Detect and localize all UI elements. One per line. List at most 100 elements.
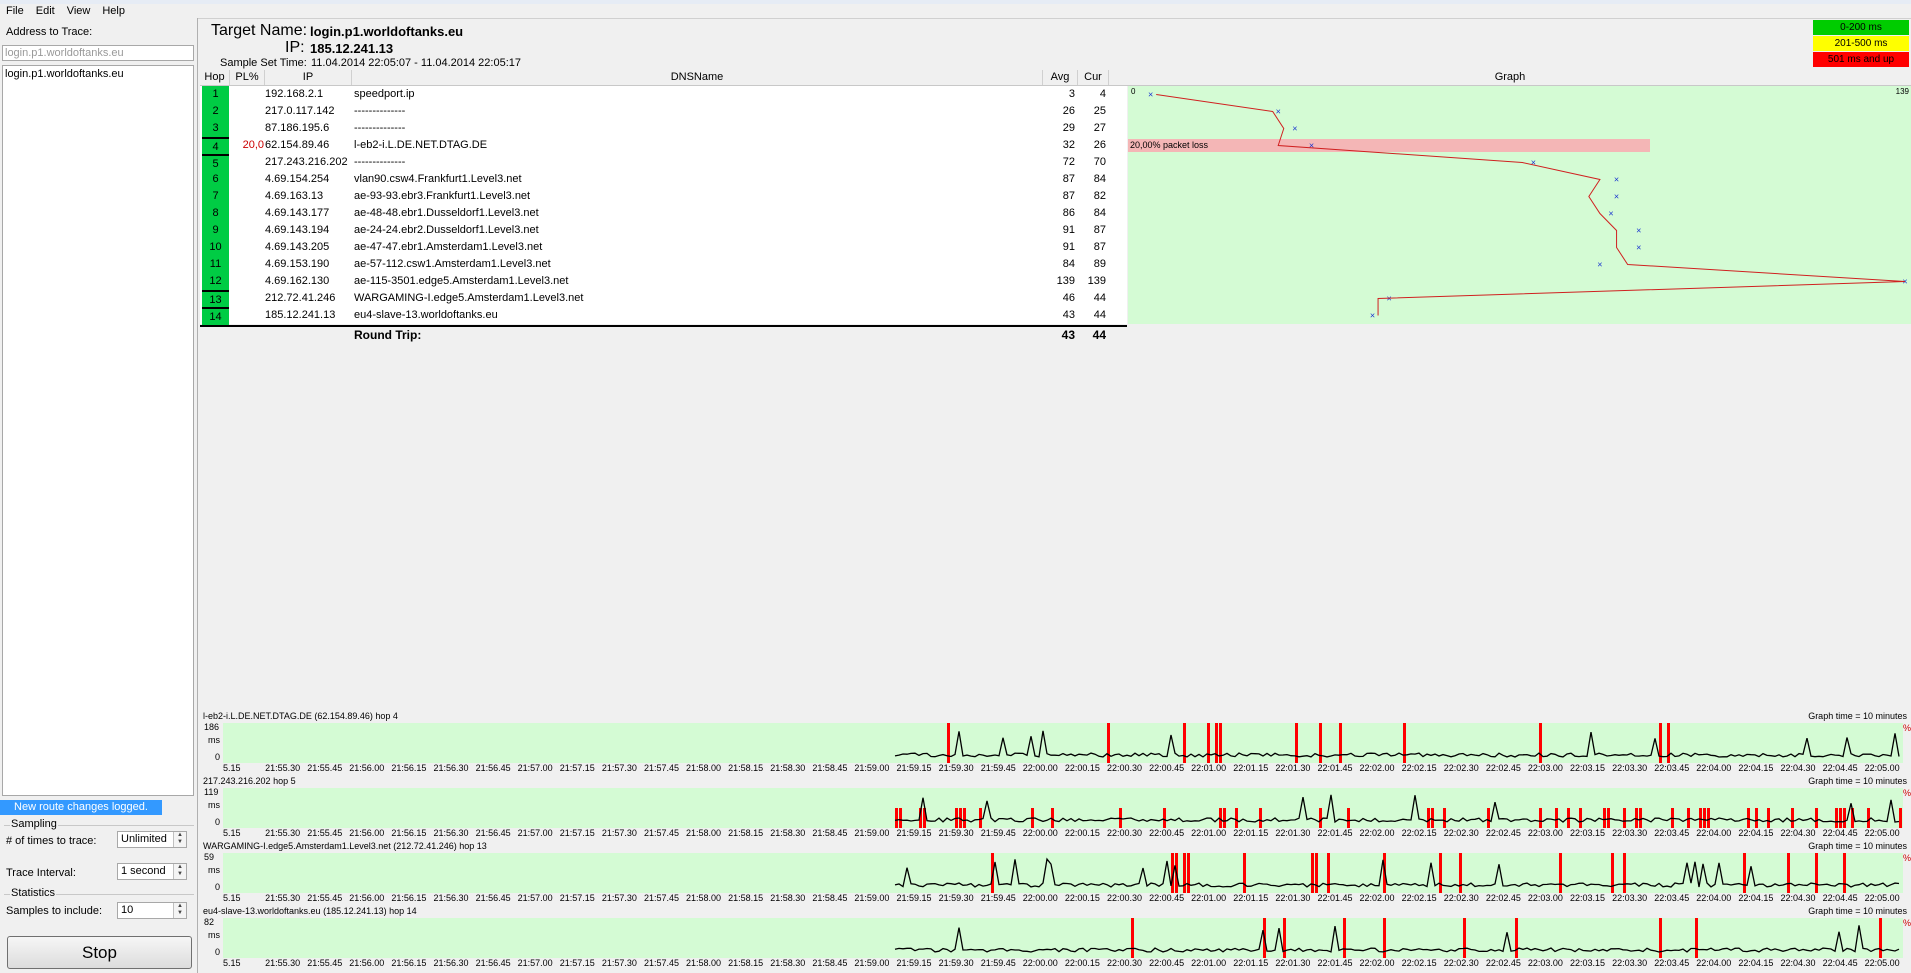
avg-marker: ×	[1597, 260, 1602, 270]
history-graph-time: Graph time = 10 minutes	[1808, 776, 1907, 786]
dns-cell: ae-57-112.csw1.Amsterdam1.Level3.net	[354, 258, 551, 270]
table-row[interactable]: 5 217.243.216.202 -------------- 72 70	[200, 154, 1127, 173]
time-tick: 22:02.15	[1401, 828, 1437, 838]
round-trip-avg: 43	[1061, 328, 1075, 342]
stop-button[interactable]: Stop	[7, 936, 192, 969]
hop-cell: 9	[202, 222, 229, 239]
time-tick: 21:58.00	[686, 893, 722, 903]
spinner-arrows-icon[interactable]: ▲ ▼	[173, 903, 186, 918]
hop-history-graph: l-eb2-i.L.DE.NET.DTAG.DE (62.154.89.46) …	[200, 711, 1911, 777]
time-tick: 22:02.15	[1401, 893, 1437, 903]
col-cur[interactable]: Cur	[1078, 70, 1109, 85]
history-graph-time-axis: 5.15 21:55.30 21:55.45 21:56.00 21:56.15 21:5…	[223, 958, 1903, 971]
times-to-trace-spinner[interactable]: Unlimited ▲ ▼	[117, 831, 187, 848]
table-row[interactable]: 7 4.69.163.13 ae-93-93.ebr3.Frankfurt1.Lev…	[200, 188, 1127, 205]
samples-spinner[interactable]: 10 ▲ ▼	[117, 902, 187, 919]
ip-value: 185.12.241.13	[310, 41, 394, 56]
dns-cell: --------------	[354, 105, 406, 117]
time-tick: 22:02.45	[1485, 893, 1521, 903]
time-tick: 22:02.45	[1485, 958, 1521, 968]
hop-cell: 8	[202, 205, 229, 222]
packet-loss-mark	[1215, 723, 1218, 763]
history-graph-time-axis: 5.15 21:55.30 21:55.45 21:56.00 21:56.15 21:5…	[223, 893, 1903, 906]
table-row[interactable]: 4 20,0 62.154.89.46 l-eb2-i.L.DE.NET.DTAG.D…	[200, 137, 1127, 156]
avg-marker: ×	[1636, 226, 1641, 236]
packet-loss-mark	[1319, 723, 1322, 763]
col-graph[interactable]: Graph	[1109, 70, 1911, 85]
packet-loss-mark	[1515, 918, 1518, 958]
packet-loss-mark	[1607, 808, 1610, 828]
table-row[interactable]: 2 217.0.117.142 -------------- 26 25	[200, 103, 1127, 120]
time-tick: 21:56.15	[391, 828, 427, 838]
time-tick: 22:05.00	[1864, 763, 1900, 773]
col-hop[interactable]: Hop	[200, 70, 230, 85]
history-graph-unit: ms	[208, 735, 220, 745]
trace-history-list[interactable]: login.p1.worldoftanks.eu	[2, 65, 194, 796]
time-tick: 21:58.45	[812, 828, 848, 838]
history-graph-svg	[894, 853, 1900, 893]
spinner-arrows-icon[interactable]: ▲ ▼	[173, 864, 186, 879]
time-tick: 22:00.30	[1106, 763, 1143, 773]
time-tick: 21:58.30	[770, 958, 806, 968]
avg-cell: 29	[1062, 122, 1075, 134]
time-tick: 21:57.45	[643, 958, 679, 968]
time-tick: 21:57.15	[559, 893, 595, 903]
col-ip[interactable]: IP	[265, 70, 352, 85]
trace-interval-label: Trace Interval:	[6, 867, 76, 879]
spinner-arrows-icon[interactable]: ▲ ▼	[173, 832, 186, 847]
ip-cell: 4.69.153.190	[265, 258, 330, 270]
table-row[interactable]: 10 4.69.143.205 ae-47-47.ebr1.Amsterdam1.L…	[200, 239, 1127, 256]
table-row[interactable]: 11 4.69.153.190 ae-57-112.csw1.Amsterdam1.…	[200, 256, 1127, 273]
history-graph-time: Graph time = 10 minutes	[1808, 906, 1907, 916]
time-tick: 21:57.15	[559, 763, 595, 773]
col-dns[interactable]: DNSName	[352, 70, 1043, 85]
menu-file[interactable]: File	[6, 4, 24, 18]
packet-loss-label: 20,00% packet loss	[1130, 140, 1209, 150]
graph-min-label: 0	[1131, 87, 1136, 96]
address-input[interactable]: login.p1.worldoftanks.eu	[2, 45, 194, 61]
time-tick: 21:59.30	[938, 958, 974, 968]
ip-cell: 62.154.89.46	[265, 139, 330, 151]
history-item[interactable]: login.p1.worldoftanks.eu	[3, 66, 193, 82]
time-tick: 22:03.45	[1654, 958, 1690, 968]
table-row[interactable]: 3 87.186.195.6 -------------- 29 27	[200, 120, 1127, 137]
trace-interval-value: 1 second	[121, 865, 166, 877]
table-row[interactable]: 12 4.69.162.130 ae-115-3501.edge5.Amsterda…	[200, 273, 1127, 290]
time-tick: 22:02.30	[1443, 763, 1479, 773]
hop-cell: 3	[202, 120, 229, 137]
time-tick: 21:55.30	[265, 893, 301, 903]
time-tick: 22:00.15	[1064, 763, 1100, 773]
menu-view[interactable]: View	[67, 4, 91, 18]
time-tick: 22:02.30	[1443, 828, 1479, 838]
time-tick: 22:01.15	[1233, 893, 1269, 903]
trace-interval-spinner[interactable]: 1 second ▲ ▼	[117, 863, 187, 880]
table-row[interactable]: 1 192.168.2.1 speedport.ip 3 4	[200, 86, 1127, 103]
packet-loss-mark	[1815, 808, 1818, 828]
time-tick: 21:59.45	[980, 893, 1016, 903]
table-row[interactable]: 14 185.12.241.13 eu4-slave-13.worldoftanks…	[200, 307, 1127, 326]
menu-edit[interactable]: Edit	[36, 4, 55, 18]
table-row[interactable]: 13 212.72.41.246 WARGAMING-I.edge5.Amsterd…	[200, 290, 1127, 309]
latency-trace	[894, 925, 1900, 953]
times-to-trace-label: # of times to trace:	[6, 835, 97, 847]
time-tick: 22:04.30	[1780, 893, 1816, 903]
route-change-notice: New route changes logged.	[0, 800, 162, 815]
time-tick: 22:00.30	[1106, 958, 1143, 968]
table-row[interactable]: 6 4.69.154.254 vlan90.csw4.Frankfurt1.Leve…	[200, 171, 1127, 188]
time-tick: 21:59.30	[938, 763, 974, 773]
packet-loss-mark	[1559, 853, 1562, 893]
table-row[interactable]: 9 4.69.143.194 ae-24-24.ebr2.Dusseldorf1.L…	[200, 222, 1127, 239]
time-tick: 21:56.15	[391, 958, 427, 968]
avg-marker: ×	[1608, 209, 1613, 219]
menu-help[interactable]: Help	[102, 4, 125, 18]
col-pl[interactable]: PL%	[230, 70, 265, 85]
time-tick: 21:57.00	[517, 763, 553, 773]
table-row[interactable]: 8 4.69.143.177 ae-48-48.ebr1.Dusseldorf1.L…	[200, 205, 1127, 222]
history-graph-title: l-eb2-i.L.DE.NET.DTAG.DE (62.154.89.46) …	[203, 711, 398, 721]
hop-cell: 10	[202, 239, 229, 256]
time-tick: 21:56.30	[433, 958, 469, 968]
col-avg[interactable]: Avg	[1043, 70, 1078, 85]
time-tick: 21:58.00	[686, 763, 722, 773]
time-tick: 22:00.15	[1064, 893, 1100, 903]
time-tick: 22:01.45	[1317, 763, 1353, 773]
